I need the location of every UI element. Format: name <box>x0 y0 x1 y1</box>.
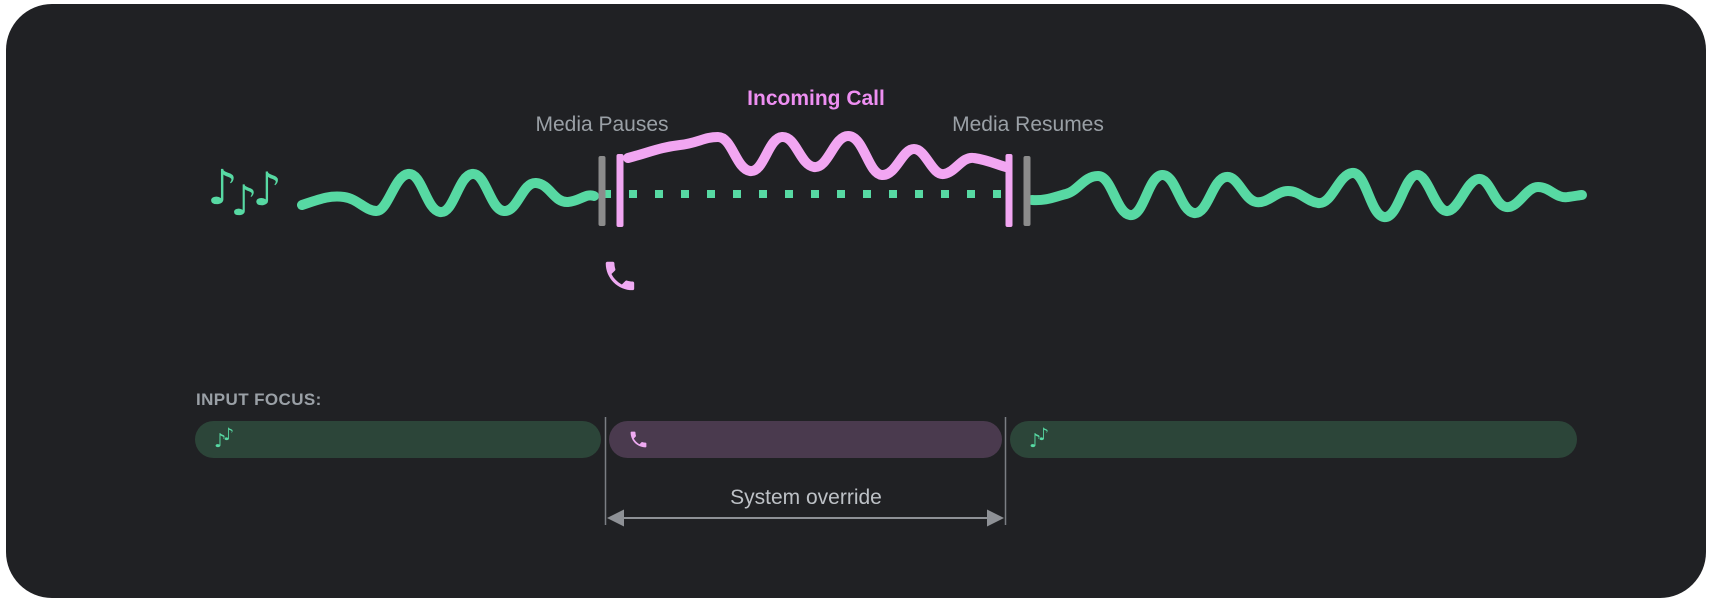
call-wave <box>628 136 1006 175</box>
music-note-icon: ♪ <box>1038 425 1049 447</box>
media-resumes-marker <box>1006 154 1031 227</box>
input-focus-label: INPUT FOCUS: <box>196 391 322 408</box>
system-override-label: System override <box>730 487 882 508</box>
incoming-call-phone-icon <box>606 262 634 290</box>
media-wave-after <box>1032 173 1582 217</box>
arrow-right-head <box>987 510 1004 527</box>
music-notes-icon: ♪ ♪ <box>1029 429 1049 451</box>
music-note-icon: ♪ <box>223 425 234 447</box>
incoming-call-label: Incoming Call <box>747 88 885 109</box>
phone-icon <box>628 429 649 450</box>
diagram-card: ♪ ♪ ♪ Media Pauses Incoming Call Media R… <box>6 4 1706 598</box>
music-note-icon: ♪ <box>252 162 281 225</box>
arrow-left-head <box>607 510 624 527</box>
input-focus-media-segment-1: ♪ ♪ <box>195 421 601 458</box>
media-pauses-label: Media Pauses <box>535 114 668 135</box>
media-resumes-label: Media Resumes <box>952 114 1104 135</box>
music-notes-icon: ♪ ♪ ♪ <box>207 160 282 225</box>
music-notes-icon: ♪ ♪ <box>214 429 234 451</box>
input-focus-call-segment <box>609 421 1002 458</box>
input-focus-media-segment-2: ♪ ♪ <box>1010 421 1577 458</box>
media-wave-before <box>302 174 594 212</box>
